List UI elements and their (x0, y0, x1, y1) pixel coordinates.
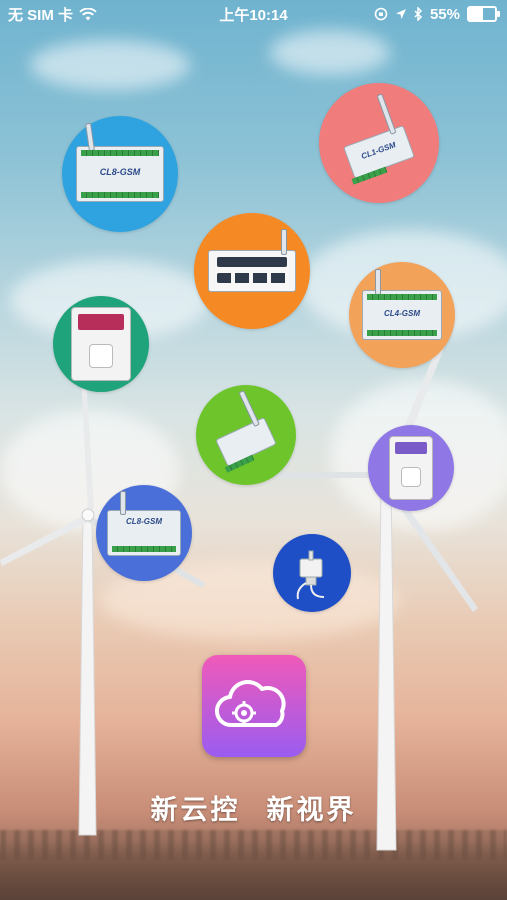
device-bubble-power-strip[interactable] (194, 213, 310, 329)
device-bubble-valve-sensor[interactable] (273, 534, 351, 612)
location-arrow-icon (395, 9, 406, 19)
antenna (85, 122, 95, 152)
socket-panel (395, 442, 427, 454)
device-bubble-smart-socket[interactable] (53, 296, 149, 392)
device-bubble-gsm-relay[interactable] (196, 385, 296, 485)
status-right: 55% (374, 5, 500, 23)
device-label: CL8-GSM (126, 517, 162, 526)
slogan-part-1: 新云控 (150, 795, 241, 826)
terminal-block (367, 330, 437, 336)
outlet-row (217, 257, 287, 267)
device-bubble-cl8-gsm-2[interactable]: CL8-GSM (96, 485, 192, 581)
valve-sensor-icon (296, 550, 325, 600)
device-bubble-cl1-gsm[interactable]: CL1-GSM (319, 83, 439, 203)
app-launch-button[interactable] (202, 655, 306, 757)
outlet-row (217, 273, 287, 283)
device-label: CL1-GSM (360, 140, 397, 161)
socket-panel (78, 314, 124, 330)
orientation-lock-icon (374, 7, 388, 21)
cloud-gear-icon (214, 680, 286, 728)
battery-percent: 55% (429, 5, 460, 23)
antenna (238, 390, 260, 428)
terminal-block (81, 150, 159, 156)
antenna (376, 93, 397, 135)
antenna (375, 269, 381, 295)
antenna (281, 229, 287, 255)
device-bubble-cl4-gsm[interactable]: CL4-GSM (349, 262, 455, 368)
status-bar: 无 SIM 卡 上午10:14 55% (0, 0, 507, 28)
gsm-relay-device (215, 390, 277, 473)
cl1-gsm-device: CL1-GSM (343, 93, 415, 185)
socket-outlet (89, 344, 113, 368)
battery-level (469, 8, 484, 20)
bluetooth-icon (414, 7, 423, 21)
cl8-gsm-device: CL8-GSM (76, 122, 164, 202)
cl8-gsm-device: CL8-GSM (107, 491, 181, 556)
device-bubble-cl8-gsm[interactable]: CL8-GSM (62, 116, 178, 232)
terminal-block (351, 166, 388, 185)
terminal-block (224, 454, 255, 473)
cl4-gsm-device: CL4-GSM (362, 269, 442, 340)
smart-socket-device (389, 436, 433, 500)
battery-icon (467, 6, 500, 22)
terminal-block (367, 294, 437, 300)
device-bubble-smart-socket-white[interactable] (368, 425, 454, 511)
terminal-block (112, 546, 176, 552)
socket-outlet (401, 467, 421, 487)
smart-socket-device (71, 307, 131, 381)
splash-screen: 无 SIM 卡 上午10:14 55% CL8-GSM CL1-GSM CL4-… (0, 0, 507, 900)
power-strip-device (208, 229, 296, 292)
device-label: CL8-GSM (99, 167, 141, 177)
slogan-part-2: 新视界 (266, 795, 357, 826)
terminal-block (81, 192, 159, 198)
antenna (120, 491, 126, 515)
slogan: 新云控 新视界 (0, 788, 507, 827)
device-label: CL4-GSM (384, 309, 420, 318)
